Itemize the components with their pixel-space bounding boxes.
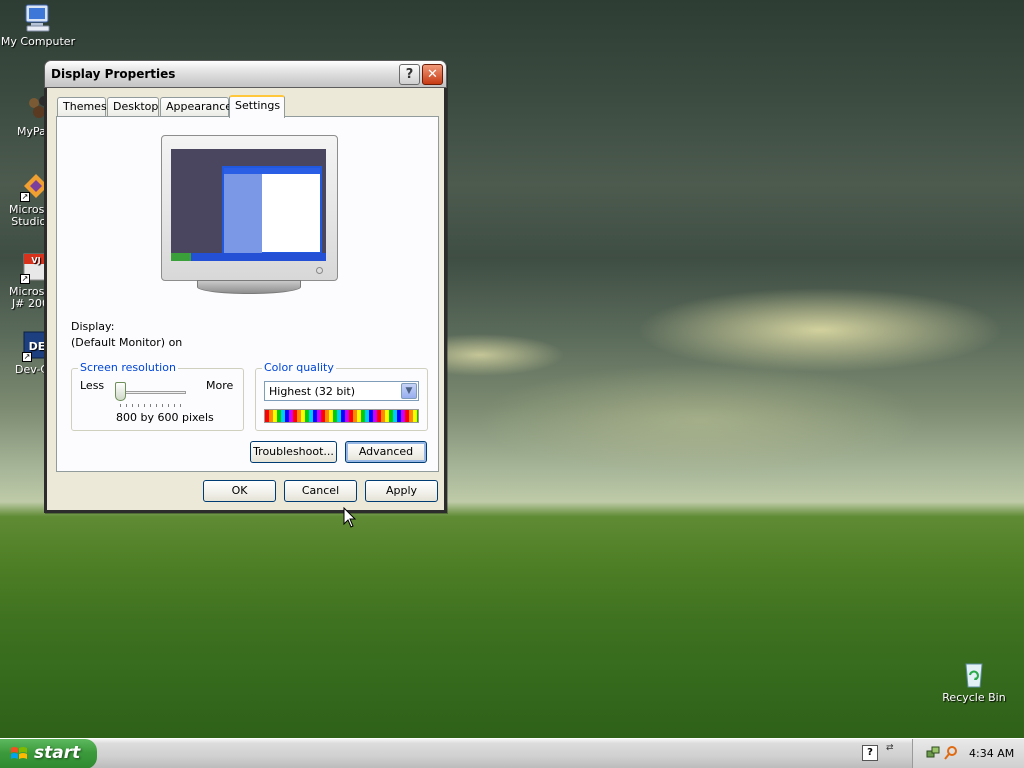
preview-window <box>222 166 322 254</box>
help-button[interactable]: ? <box>399 64 420 85</box>
resolution-slider-thumb[interactable] <box>115 382 126 401</box>
desktop-icon-my-computer[interactable]: My Computer <box>0 2 76 48</box>
color-quality-value: Highest (32 bit) <box>269 385 356 398</box>
slider-less-label: Less <box>80 379 105 392</box>
windows-logo-icon <box>11 747 27 759</box>
recycle-bin-icon <box>958 658 990 690</box>
advanced-button[interactable]: Advanced <box>345 441 427 463</box>
shortcut-arrow-icon: ↗ <box>20 274 30 284</box>
shortcut-arrow-icon: ↗ <box>20 192 30 202</box>
cancel-button[interactable]: Cancel <box>284 480 357 502</box>
ok-button[interactable]: OK <box>203 480 276 502</box>
screen-resolution-group: Screen resolution Less More 800 by 600 p… <box>71 361 244 431</box>
title-bar[interactable]: Display Properties ? ✕ <box>44 60 447 88</box>
settings-panel: Display: (Default Monitor) on Screen res… <box>56 116 439 472</box>
clock[interactable]: 4:34 AM <box>969 747 1014 760</box>
window-title: Display Properties <box>51 67 176 81</box>
color-quality-group: Color quality Highest (32 bit) ▼ <box>255 361 428 431</box>
troubleshoot-button[interactable]: Troubleshoot... <box>250 441 337 463</box>
system-tray: 4:34 AM <box>912 739 1024 768</box>
taskbar: start ? ⇄ 4:34 AM <box>0 738 1024 768</box>
tray-toggle-icon[interactable]: ⇄ <box>886 743 894 753</box>
power-led-icon <box>316 267 323 274</box>
monitor-preview <box>161 135 339 294</box>
search-icon[interactable] <box>943 745 959 761</box>
slider-more-label: More <box>206 379 234 392</box>
screen-resolution-title: Screen resolution <box>78 361 178 374</box>
shortcut-arrow-icon: ↗ <box>22 352 32 362</box>
monitor-screen <box>171 149 326 261</box>
mouse-cursor-icon <box>343 507 357 528</box>
resolution-value: 800 by 600 pixels <box>116 411 214 424</box>
start-label: start <box>34 743 81 763</box>
start-button[interactable]: start <box>0 739 97 768</box>
display-properties-dialog: Display Properties ? ✕ Themes Desktop Ap… <box>44 60 447 513</box>
display-value: (Default Monitor) on <box>71 336 183 349</box>
slider-ticks <box>120 404 184 407</box>
tab-themes[interactable]: Themes <box>57 97 107 117</box>
chevron-down-icon[interactable]: ▼ <box>401 383 417 399</box>
tab-desktop[interactable]: Desktop <box>107 97 159 117</box>
monitor-stand <box>197 280 301 294</box>
close-button[interactable]: ✕ <box>422 64 443 85</box>
tab-appearance[interactable]: Appearance <box>160 97 232 117</box>
my-computer-icon <box>22 2 54 34</box>
color-quality-select[interactable]: Highest (32 bit) ▼ <box>264 381 419 401</box>
resolution-slider-track[interactable] <box>116 391 186 394</box>
monitor-bezel <box>161 135 338 281</box>
color-quality-title: Color quality <box>262 361 336 374</box>
apply-button[interactable]: Apply <box>365 480 438 502</box>
desktop-icon-label: My Computer <box>0 35 76 48</box>
desktop-icon-label: Recycle Bin <box>942 691 1006 704</box>
desktop-icon-recycle-bin[interactable]: Recycle Bin <box>936 658 1012 704</box>
network-icon[interactable] <box>925 745 941 761</box>
color-spectrum-bar <box>264 409 419 423</box>
svg-text:VJ: VJ <box>31 256 40 265</box>
display-label: Display: <box>71 320 115 333</box>
help-icon[interactable]: ? <box>862 745 878 761</box>
tab-settings[interactable]: Settings <box>229 95 285 118</box>
